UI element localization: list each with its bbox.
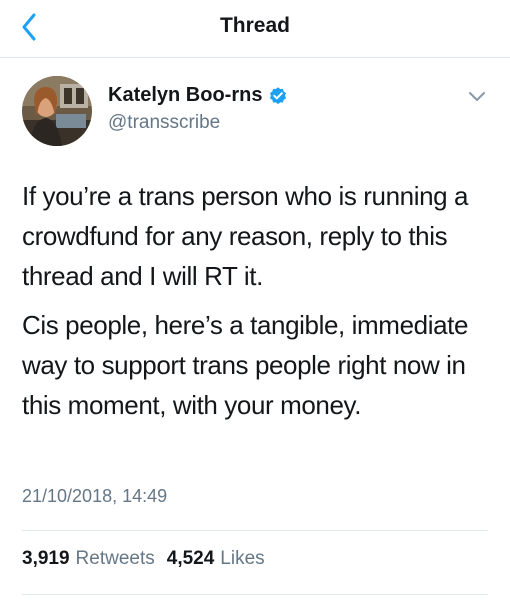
likes-stat[interactable]: 4,524 Likes [167,548,265,570]
retweets-stat[interactable]: 3,919 Retweets [22,548,155,570]
likes-count: 4,524 [166,548,215,569]
author-handle[interactable]: @transscribe [108,112,220,134]
tweet-paragraph: If you’re a trans person who is running … [22,181,469,291]
avatar-image [22,76,92,146]
more-options-button[interactable] [466,86,488,108]
avatar[interactable] [22,76,92,146]
divider [22,594,488,595]
retweets-count: 3,919 [22,548,70,569]
page-title: Thread [219,14,290,37]
verified-badge-icon [268,86,288,106]
tweet-timestamp[interactable]: 21/10/2018, 14:49 [22,486,167,507]
tweet-author: Katelyn Boo-rns @transscribe [22,72,488,152]
tweet-paragraph: Cis people, here’s a tangible, immediate… [22,310,469,420]
tweet-stats: 3,919 Retweets 4,524 Likes [22,548,277,570]
tweet-body: If you’re a trans person who is running … [22,176,492,434]
likes-label: Likes [220,548,265,569]
divider [22,530,488,531]
navigation-bar: Thread [0,0,510,58]
chevron-down-icon [469,92,485,101]
author-display-name[interactable]: Katelyn Boo-rns [108,84,288,107]
author-name-text: Katelyn Boo-rns [108,84,263,106]
retweets-label: Retweets [75,548,155,569]
